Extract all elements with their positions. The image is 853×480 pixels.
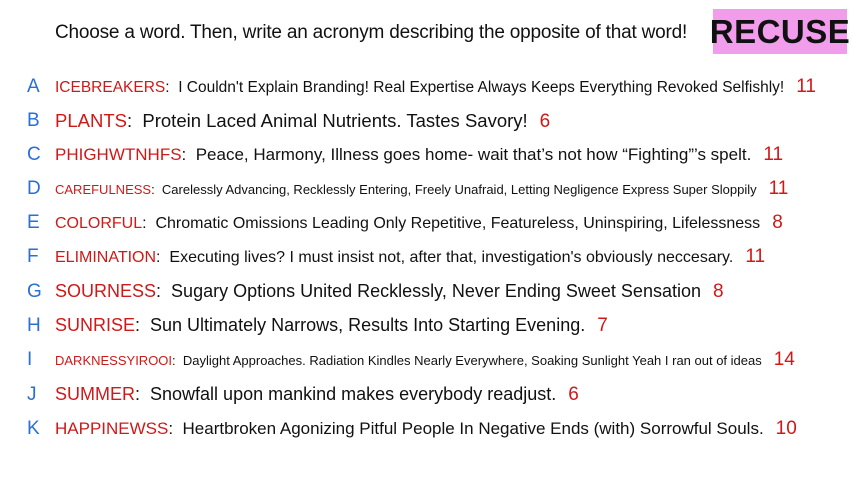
item-letter: C	[27, 144, 41, 165]
item-word: COLORFUL	[55, 215, 143, 232]
item-count: 11	[796, 76, 816, 97]
item-acronym: Daylight Approaches. Radiation Kindles N…	[182, 353, 762, 368]
item-letter: J	[27, 384, 37, 405]
list-item: D CAREFULNESS: Carelessly Advancing, Rec…	[27, 178, 789, 199]
list-item: H SUNRISE: Sun Ultimately Narrows, Resul…	[27, 315, 608, 336]
list-item: K HAPPINEWSS: Heartbroken Agonizing Pitf…	[27, 418, 797, 439]
item-acronym: Heartbroken Agonizing Pitful People In N…	[182, 419, 764, 438]
item-letter: K	[27, 418, 40, 439]
item-acronym: Protein Laced Animal Nutrients. Tastes S…	[142, 109, 528, 131]
item-count: 7	[597, 315, 608, 336]
item-count: 8	[712, 281, 724, 302]
item-acronym: Snowfall upon mankind makes everybody re…	[150, 384, 557, 404]
item-count: 14	[773, 349, 795, 370]
item-word: SUMMER	[55, 384, 135, 404]
item-acronym: Sugary Options United Recklessly, Never …	[171, 281, 701, 301]
item-acronym: Sun Ultimately Narrows, Results Into Sta…	[150, 315, 586, 335]
item-letter: G	[27, 281, 42, 302]
list-item: C PHIGHWTNHFS: Peace, Harmony, Illness g…	[27, 144, 784, 165]
item-letter: A	[27, 76, 40, 97]
item-letter: H	[27, 315, 41, 336]
item-word: SUNRISE	[55, 315, 136, 335]
item-word: ELIMINATION	[55, 249, 157, 266]
list-item: F ELIMINATION: Executing lives? I must i…	[27, 246, 766, 267]
item-count: 6	[568, 384, 579, 405]
list-item: A ICEBREAKERS: I Couldn't Explain Brandi…	[27, 76, 816, 97]
item-letter: F	[27, 246, 39, 267]
item-word: SOURNESS	[55, 281, 157, 301]
list-item: B PLANTS: Protein Laced Animal Nutrients…	[27, 109, 551, 132]
recuse-badge: RECUSE	[710, 9, 850, 54]
item-count: 11	[745, 246, 766, 267]
item-acronym: Executing lives? I must insist not, afte…	[169, 249, 734, 266]
item-word: PLANTS	[55, 109, 127, 131]
item-word: PHIGHWTNHFS	[55, 145, 182, 164]
item-letter: D	[27, 178, 41, 199]
item-letter: E	[27, 212, 40, 233]
item-acronym: Carelessly Advancing, Recklessly Enterin…	[161, 182, 757, 197]
item-acronym: Chromatic Omissions Leading Only Repetit…	[155, 215, 761, 232]
item-acronym: Peace, Harmony, Illness goes home- wait …	[195, 145, 752, 164]
list-item: G SOURNESS: Sugary Options United Reckle…	[27, 281, 724, 302]
item-word: CAREFULNESS	[55, 182, 152, 197]
item-letter: I	[27, 349, 33, 370]
item-word: ICEBREAKERS	[55, 79, 166, 96]
list-item: E COLORFUL: Chromatic Omissions Leading …	[27, 212, 783, 233]
list-item: J SUMMER: Snowfall upon mankind makes ev…	[27, 384, 579, 405]
item-count: 11	[763, 144, 784, 165]
item-word: HAPPINEWSS	[55, 419, 169, 438]
item-count: 8	[772, 212, 783, 233]
item-letter: B	[27, 110, 40, 131]
item-count: 11	[768, 178, 789, 199]
prompt-text: Choose a word. Then, write an acronym de…	[55, 22, 688, 43]
list-item: I DARKNESSYIROOI: Daylight Approaches. R…	[27, 349, 795, 370]
item-word: DARKNESSYIROOI	[55, 353, 173, 368]
item-acronym: I Couldn't Explain Branding! Real Expert…	[178, 79, 785, 96]
item-count: 6	[539, 110, 551, 132]
item-count: 10	[775, 418, 797, 439]
